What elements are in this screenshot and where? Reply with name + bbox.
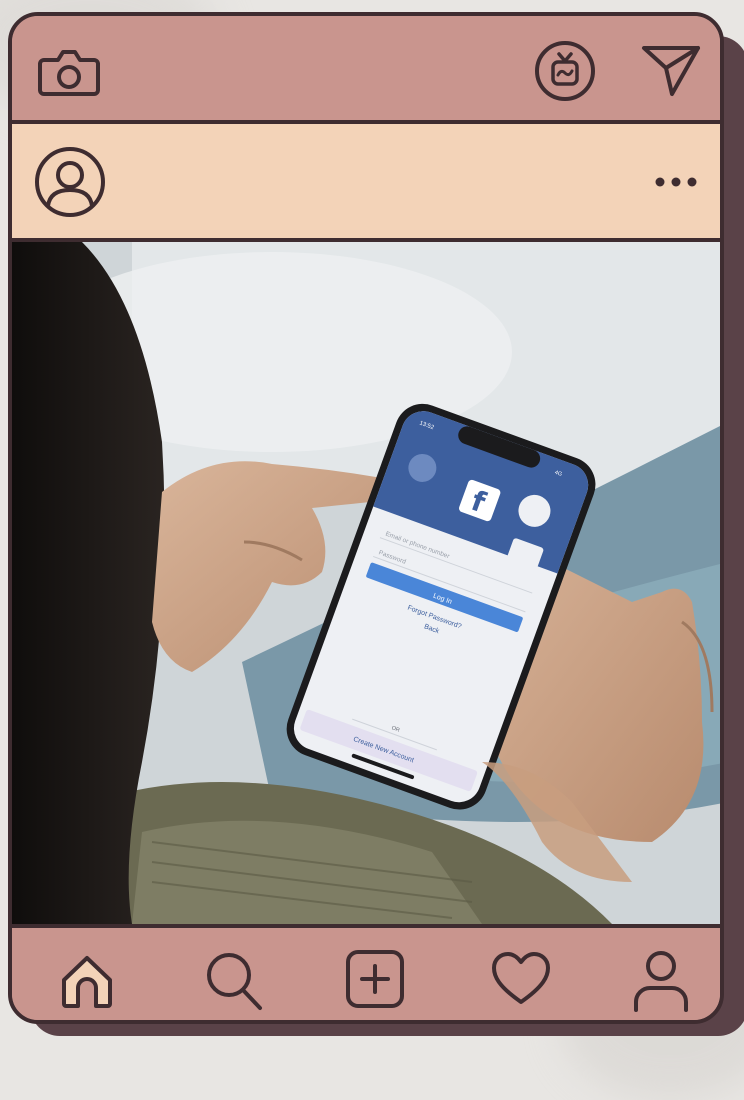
user-avatar-icon[interactable] <box>34 146 106 218</box>
post-card: f Email or phone number Password Log In … <box>8 12 724 1024</box>
post-header <box>12 124 720 242</box>
post-photo: f Email or phone number Password Log In … <box>12 242 720 928</box>
igtv-icon[interactable] <box>534 40 596 102</box>
search-icon[interactable] <box>202 948 264 1014</box>
profile-icon[interactable] <box>630 948 692 1014</box>
bottom-nav <box>12 928 720 1020</box>
camera-icon[interactable] <box>38 44 100 100</box>
top-bar <box>12 16 720 124</box>
photo-illustration: f Email or phone number Password Log In … <box>12 242 720 924</box>
heart-icon[interactable] <box>490 950 552 1008</box>
home-icon[interactable] <box>56 950 118 1012</box>
more-options-icon[interactable] <box>654 176 698 188</box>
send-icon[interactable] <box>640 42 702 100</box>
add-post-icon[interactable] <box>344 948 406 1010</box>
